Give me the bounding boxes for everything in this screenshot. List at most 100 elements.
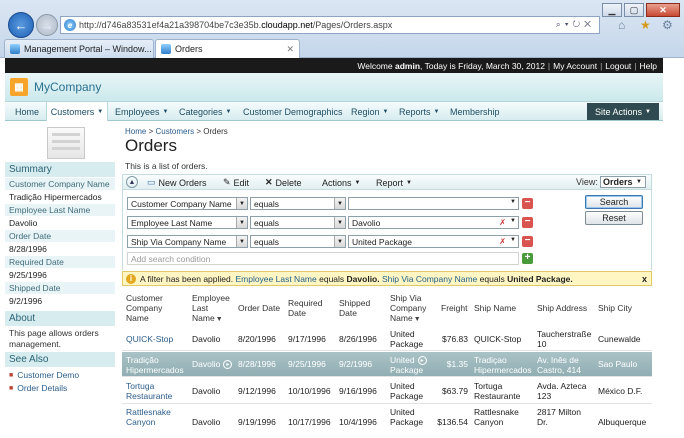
filter-value-input[interactable]: ▼ (348, 197, 519, 210)
column-header-shipped-date[interactable]: Shipped Date (339, 298, 370, 318)
filter-value-input[interactable]: United Package ✗ ▼ (348, 235, 519, 248)
context-menu-icon[interactable]: ▸ (417, 356, 427, 366)
cell-shipped-date: 10/4/1996 (339, 417, 377, 427)
filter-info-bar: i A filter has been applied. Employee La… (122, 271, 652, 286)
new-orders-button[interactable]: ▭ New Orders (147, 176, 207, 189)
column-header-order-date[interactable]: Order Date (238, 303, 280, 313)
favicon-icon (161, 44, 171, 54)
help-link[interactable]: Help (640, 61, 657, 71)
star-icon[interactable]: ★ (640, 18, 651, 32)
menu-item-customer-demographics[interactable]: Customer Demographics (243, 102, 343, 121)
tab-row: Management Portal – Window... Orders ✕ (0, 38, 684, 58)
table-row[interactable]: Tortuga Restaurante Davolio 9/12/1996 10/… (122, 378, 652, 404)
add-condition-input[interactable]: Add search condition (127, 252, 519, 265)
column-header-customer[interactable]: Customer Company Name (126, 293, 163, 323)
search-button[interactable]: Search (585, 195, 643, 209)
clear-icon[interactable]: ✗ (499, 237, 506, 246)
menu-item-region[interactable]: Region ▼ (351, 102, 388, 121)
filter-operator-select[interactable]: equals ▼ (250, 216, 346, 229)
summary-label: Order Date (5, 230, 115, 242)
tab-label: Orders (175, 44, 203, 54)
brand-name: MyCompany (34, 80, 102, 94)
filter-info-field[interactable]: Employee Last Name (235, 274, 316, 284)
table-row-selected[interactable]: Tradição Hipermercados Davolio ▸ 8/28/1996… (122, 352, 652, 377)
menu-item-categories[interactable]: Categories ▼ (179, 102, 231, 121)
column-header-ship-via[interactable]: Ship Via Company Name▼ (390, 293, 426, 325)
collapse-toggle-button[interactable]: ▲ (126, 176, 138, 188)
cell-customer: Tortuga Restaurante (126, 381, 173, 401)
menu-item-home[interactable]: Home (9, 102, 45, 121)
edit-button[interactable]: ✎ Edit (223, 176, 249, 189)
home-icon[interactable]: ⌂ (618, 18, 625, 32)
menu-item-employees[interactable]: Employees ▼ (115, 102, 168, 121)
filter-operator-select[interactable]: equals ▼ (250, 235, 346, 248)
filter-operator-select[interactable]: equals ▼ (250, 197, 346, 210)
close-tab-icon[interactable]: ✕ (280, 44, 294, 55)
my-account-link[interactable]: My Account (553, 61, 597, 71)
cell-required-date: 9/25/1996 (288, 359, 326, 369)
filter-value-input[interactable]: Davolio ✗ ▼ (348, 216, 519, 229)
browser-tab-orders[interactable]: Orders ✕ (155, 39, 300, 58)
page-title: Orders (125, 136, 177, 155)
filter-field-select[interactable]: Employee Last Name ▼ (127, 216, 248, 229)
see-also-link-customer-demo[interactable]: ■ Customer Demo (9, 370, 79, 380)
close-icon[interactable]: x (642, 274, 647, 284)
filter-field-select[interactable]: Ship Via Company Name ▼ (127, 235, 248, 248)
report-menu-button[interactable]: Report ▼ (376, 176, 412, 189)
close-button[interactable]: ✕ (646, 3, 680, 17)
column-header-required-date[interactable]: Required Date (288, 298, 323, 318)
sidebar: Summary Customer Company Name Tradição H… (5, 121, 115, 438)
chevron-down-icon: ▼ (645, 108, 651, 115)
reset-button[interactable]: Reset (585, 211, 643, 225)
menu-item-reports[interactable]: Reports ▼ (399, 102, 439, 121)
context-menu-icon[interactable]: ▸ (223, 360, 233, 370)
breadcrumb: Home > Customers > Orders (125, 127, 228, 136)
column-header-ship-address[interactable]: Ship Address (537, 303, 587, 313)
cell-customer: Tradição Hipermercados (126, 355, 184, 375)
cell-ship-name: Tradiçao Hipermercados (474, 355, 532, 375)
cell-freight: $76.83 (442, 334, 468, 344)
refresh-icon[interactable]: ⌕▾↻✕ (556, 19, 595, 30)
column-header-ship-name[interactable]: Ship Name (474, 303, 516, 313)
site-actions-button[interactable]: Site Actions ▼ (587, 103, 659, 120)
table-row[interactable]: QUICK-Stop Davolio 8/20/1996 9/17/1996 8… (122, 327, 652, 351)
remove-condition-button[interactable]: − (522, 198, 533, 209)
column-header-freight[interactable]: Freight (441, 303, 467, 313)
arrow-right-icon: → (40, 17, 54, 33)
bullet-icon: ■ (9, 371, 14, 379)
back-button[interactable]: ← (8, 12, 34, 38)
column-header-employee[interactable]: Employee Last Name▼ (192, 293, 230, 325)
breadcrumb-customers[interactable]: Customers (155, 127, 194, 136)
about-text: This page allows orders management. (9, 328, 99, 349)
add-condition-button[interactable]: + (522, 253, 533, 264)
column-header-ship-city[interactable]: Ship City (598, 303, 632, 313)
remove-condition-button[interactable]: − (522, 217, 533, 228)
actions-menu-button[interactable]: Actions ▼ (322, 176, 360, 189)
cell-ship-via: United Package (390, 329, 424, 349)
filter-field-select[interactable]: Customer Company Name ▼ (127, 197, 248, 210)
remove-condition-button[interactable]: − (522, 236, 533, 247)
filter-info-field[interactable]: Ship Via Company Name (382, 274, 477, 284)
filter-icon: ▼ (215, 316, 223, 323)
address-bar[interactable]: e http://d746a83531ef4a21a398704be7c3e35… (60, 16, 600, 34)
chevron-down-icon: ▼ (334, 217, 345, 228)
see-also-link-order-details[interactable]: ■ Order Details (9, 383, 67, 393)
cell-required-date: 10/17/1996 (288, 417, 331, 427)
clear-icon[interactable]: ✗ (499, 218, 506, 227)
menu-item-customers[interactable]: Customers ▼ (46, 102, 108, 121)
logout-link[interactable]: Logout (605, 61, 631, 71)
forward-button[interactable]: → (36, 14, 58, 36)
view-select[interactable]: Orders ▼ (600, 176, 646, 188)
browser-tab-management[interactable]: Management Portal – Window... (4, 39, 154, 58)
chevron-down-icon: ▼ (636, 179, 642, 185)
menu-item-membership[interactable]: Membership (450, 102, 500, 121)
maximize-button[interactable]: ▢ (624, 3, 644, 17)
url-host: cloudapp.net (261, 20, 313, 30)
gear-icon[interactable]: ⚙ (662, 18, 673, 32)
new-record-icon: ▭ (147, 177, 156, 187)
minimize-button[interactable]: ▁ (602, 3, 622, 17)
cell-ship-city: Sao Paulo (598, 359, 638, 369)
delete-button[interactable]: ✕ Delete (265, 176, 302, 189)
breadcrumb-home[interactable]: Home (125, 127, 146, 136)
table-row[interactable]: Rattlesnake Canyon Davolio 9/19/1996 10/1… (122, 405, 652, 435)
